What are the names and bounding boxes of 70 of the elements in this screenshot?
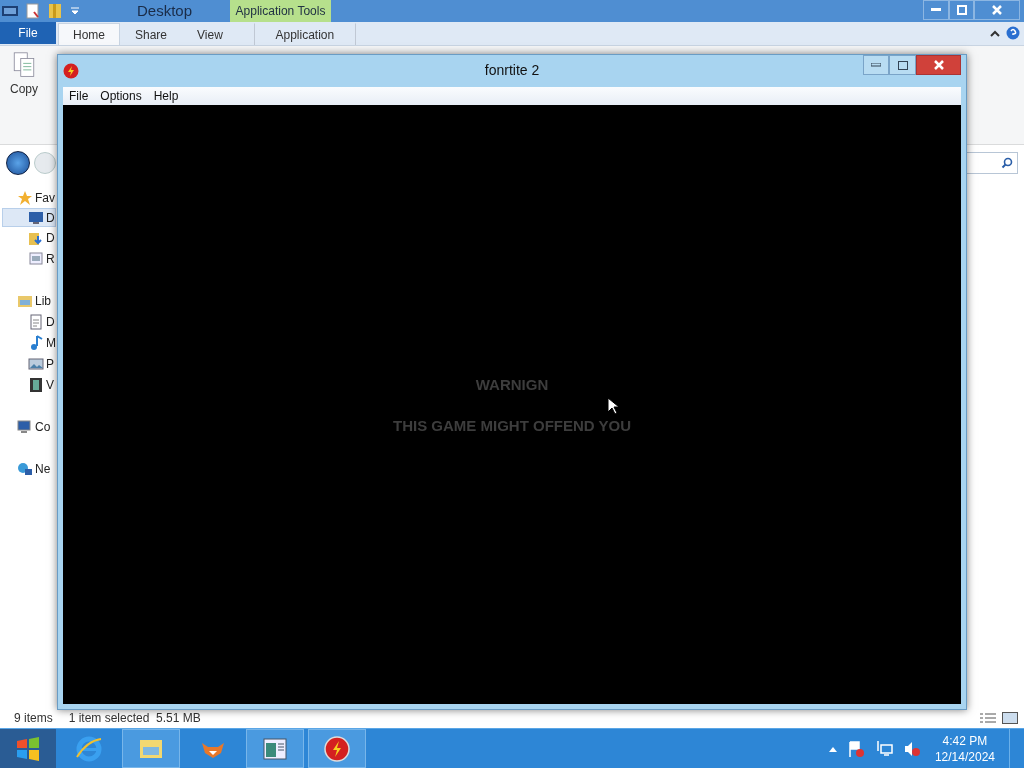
network-icon[interactable]: [874, 739, 893, 758]
windows-logo-icon: [15, 736, 41, 761]
maximize-button[interactable]: [889, 55, 916, 75]
status-text: 1 item selected 5.51 MB: [68, 711, 201, 725]
menu-item[interactable]: Help: [147, 89, 185, 103]
minimize-icon: [931, 8, 941, 12]
nav-item[interactable]: D: [0, 227, 55, 248]
maximize-icon: [897, 60, 908, 70]
close-button[interactable]: [916, 55, 961, 75]
details-view-icon[interactable]: [980, 712, 996, 724]
restore-icon: [956, 5, 967, 15]
picture-icon: [28, 355, 44, 372]
file-tab[interactable]: File: [0, 22, 56, 44]
window-icon: [2, 4, 18, 18]
nav-item[interactable]: R: [0, 248, 55, 269]
close-icon: [991, 4, 1003, 16]
app-icon: [63, 62, 79, 79]
nav-item[interactable]: D: [2, 208, 56, 227]
ribbon-tab[interactable]: View: [182, 23, 238, 45]
status-text: 9 items: [14, 711, 53, 725]
taskbar-button[interactable]: [308, 729, 366, 768]
ribbon-tab[interactable]: Home: [58, 23, 120, 45]
caret-icon[interactable]: [828, 745, 837, 752]
window-title: fonrtite 2: [484, 62, 540, 78]
close-button[interactable]: [974, 0, 1020, 20]
browser-icon: [75, 734, 103, 763]
nav-item[interactable]: M: [0, 332, 56, 353]
copy-button[interactable]: Copy: [10, 52, 38, 96]
minimize-icon: [871, 63, 881, 67]
document-icon[interactable]: [26, 3, 40, 19]
app-icon: [323, 734, 351, 763]
start-button[interactable]: [0, 729, 56, 768]
tiles-view-icon[interactable]: [1002, 712, 1018, 724]
nav-item[interactable]: P: [0, 353, 54, 374]
ribbon-tab[interactable]: Share: [120, 23, 183, 45]
menu-item[interactable]: File: [63, 89, 95, 103]
minimize-button[interactable]: [923, 0, 949, 20]
menu-item[interactable]: Options: [94, 89, 148, 103]
pointer-icon: [607, 397, 619, 415]
warning-title: WARNIGN: [475, 375, 549, 393]
film-icon: [28, 376, 44, 393]
clock[interactable]: 4:42 PM 12/14/2024: [930, 733, 999, 764]
contextual-tab-header: Application Tools: [230, 0, 331, 22]
star-icon: [17, 189, 33, 206]
back-button[interactable]: [6, 151, 30, 175]
maximize-button[interactable]: [949, 0, 974, 20]
window-icon: [28, 250, 44, 267]
nav-item[interactable]: V: [0, 374, 54, 395]
computer-icon: [17, 418, 33, 435]
warning-message: THIS GAME MIGHT OFFEND YOU: [392, 416, 632, 434]
nav-item[interactable]: Ne: [0, 458, 51, 479]
collapse-icon[interactable]: [990, 29, 1000, 37]
dropdown-icon[interactable]: [70, 6, 80, 16]
taskbar-button[interactable]: [246, 729, 304, 768]
flag-icon[interactable]: [846, 739, 865, 758]
nav-item[interactable]: Fav: [0, 187, 55, 208]
search-field[interactable]: [964, 152, 1018, 174]
nav-item[interactable]: Lib: [0, 290, 51, 311]
nav-item[interactable]: Co: [0, 416, 51, 437]
nav-item[interactable]: D: [0, 311, 55, 332]
folder-icon[interactable]: [48, 3, 62, 19]
monitor-icon: [28, 209, 44, 226]
ribbon-tab[interactable]: Application: [253, 23, 356, 45]
music-note-icon: [28, 334, 44, 351]
search-icon: [1001, 157, 1013, 169]
window-title: Desktop: [137, 2, 193, 19]
document-icon: [28, 313, 44, 330]
taskbar-button[interactable]: [122, 729, 180, 768]
close-icon: [932, 59, 945, 71]
network-icon: [17, 460, 33, 477]
